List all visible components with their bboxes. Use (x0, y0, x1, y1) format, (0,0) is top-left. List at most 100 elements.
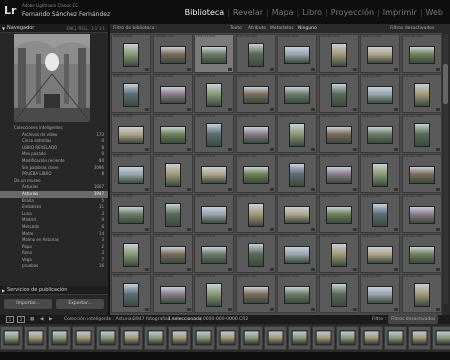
grid-cell[interactable]: 0008-001-0000 (277, 74, 317, 113)
grid-cell[interactable]: 0008-001-0000 (360, 194, 400, 233)
grid-cell[interactable]: 0008-001-0000 (318, 114, 359, 153)
grid-cell[interactable]: 0008-001-0000 (360, 74, 400, 113)
grid-cell[interactable]: 0008-001-0000 (401, 234, 442, 273)
grid-cell[interactable]: 0008-001-0000 (318, 194, 359, 233)
grid-cell[interactable]: 0008-001-0000 (235, 274, 276, 313)
grid-cell[interactable]: 0008-001-0000 (235, 154, 276, 193)
filmstrip-thumbnail[interactable] (72, 326, 95, 350)
grid-cell[interactable]: 0008-001-0000 (318, 74, 359, 113)
grid-cell[interactable]: 0008-001-0000 (111, 274, 151, 313)
collection-item[interactable]: Metro 14 (0, 231, 108, 238)
grid-cell[interactable]: 0008-001-0000 (194, 74, 234, 113)
grid-cell[interactable]: 0008-001-0000 (194, 34, 234, 73)
collection-item[interactable]: Vega 7 (0, 257, 108, 264)
grid-cell[interactable]: 0008-001-0000 (318, 274, 359, 313)
grid-icon[interactable]: ▦ (30, 315, 34, 324)
grid-cell[interactable]: 0008-001-0000 (111, 114, 151, 153)
grid-cell[interactable]: 0008-001-0000 (194, 234, 234, 273)
screen-1-icon[interactable]: 1 (6, 316, 14, 323)
navigator-preview[interactable] (14, 34, 90, 122)
collection-item[interactable]: Colecciones inteligentes (0, 125, 108, 132)
grid-cell[interactable]: 0008-001-0000 (152, 74, 193, 113)
collection-item[interactable]: Braña 5 (0, 198, 108, 205)
module-libro[interactable]: Libro (299, 8, 325, 17)
module-proyeccion[interactable]: Proyección (328, 8, 377, 17)
collection-item[interactable]: Luna 3 (0, 211, 108, 218)
collection-item[interactable]: PRUEBA LIBRO 8 (0, 171, 108, 178)
grid-cell[interactable]: 0008-001-0000 (194, 154, 234, 193)
collection-item[interactable]: Reno 3 (0, 250, 108, 257)
expand-triangle-icon[interactable]: ▶ (2, 286, 5, 295)
filmstrip-thumbnail[interactable] (144, 326, 167, 350)
collection-item[interactable]: Archivos de vídeo 173 (0, 132, 108, 139)
collection-item[interactable]: Asturias 1607 (0, 184, 108, 191)
collection-item[interactable]: Molino en Asturias 3 (0, 237, 108, 244)
collection-item[interactable]: Sin palabras clave 3096 (0, 165, 108, 172)
grid-cell[interactable]: 0008-001-0000 (277, 274, 317, 313)
filmstrip-thumbnail[interactable] (336, 326, 359, 350)
grid-cell[interactable]: 0008-001-0000 (360, 114, 400, 153)
collection-item[interactable]: Madrid 9 (0, 217, 108, 224)
grid-cell[interactable]: 0008-001-0000 (152, 194, 193, 233)
filmstrip-filter-select[interactable]: Filtros desactivados (388, 315, 439, 324)
filter-metadatos[interactable]: Metadatos (270, 24, 294, 33)
grid-cell[interactable]: 0008-001-0000 (360, 34, 400, 73)
filmstrip-thumbnail[interactable] (264, 326, 287, 350)
grid-cell[interactable]: 0008-001-0000 (111, 194, 151, 233)
export-button[interactable]: Exportar... (56, 299, 104, 309)
grid-cell[interactable]: 0008-001-0000 (401, 34, 442, 73)
filmstrip-thumbnail[interactable] (384, 326, 407, 350)
module-imprimir[interactable]: Imprimir (380, 8, 420, 17)
collection-item[interactable]: Modificación reciente 84 (0, 158, 108, 165)
module-biblioteca[interactable]: Biblioteca (182, 8, 228, 17)
filmstrip-thumbnail[interactable] (168, 326, 191, 350)
filmstrip-thumbnail[interactable] (360, 326, 383, 350)
grid-scrollbar[interactable] (443, 34, 448, 304)
grid-cell[interactable]: 0008-001-0000 (235, 74, 276, 113)
grid-cell[interactable]: 0008-001-0000 (277, 154, 317, 193)
module-mapa[interactable]: Mapa (269, 8, 297, 17)
publish-services-header[interactable]: ▶ Servicios de publicación (0, 286, 108, 295)
filmstrip-source[interactable]: Colección inteligente : Asturias (64, 315, 134, 324)
collection-item[interactable]: Mes pasado 0 (0, 151, 108, 158)
filmstrip-thumbnail[interactable] (240, 326, 263, 350)
grid-cell[interactable]: 0008-001-0000 (235, 114, 276, 153)
filmstrip-thumbnail[interactable] (216, 326, 239, 350)
grid-cell[interactable]: 0008-001-0000 (277, 34, 317, 73)
collection-item[interactable]: Embalses 11 (0, 204, 108, 211)
grid-cell[interactable]: 0008-001-0000 (235, 234, 276, 273)
grid-cell[interactable]: 0008-001-0000 (194, 114, 234, 153)
navigator-zoom-options[interactable]: ENCJ. RELL. 1:1 3:1 (67, 24, 106, 33)
grid-cell[interactable]: 0008-001-0000 (277, 194, 317, 233)
grid-cell[interactable]: 0008-001-0000 (318, 234, 359, 273)
grid-cell[interactable]: 0008-001-0000 (111, 154, 151, 193)
grid-cell[interactable]: 0008-001-0000 (152, 234, 193, 273)
grid-cell[interactable]: 0008-001-0000 (235, 34, 276, 73)
grid-cell[interactable]: 0008-001-0000 (360, 274, 400, 313)
grid-cell[interactable]: 0008-001-0000 (401, 154, 442, 193)
filter-ninguno[interactable]: Ninguno (298, 24, 317, 33)
grid-cell[interactable]: 0008-001-0000 (194, 274, 234, 313)
grid-cell[interactable]: 0008-001-0000 (360, 154, 400, 193)
grid-cell[interactable]: 0008-001-0000 (318, 34, 359, 73)
collapse-triangle-icon[interactable]: ▼ (2, 24, 5, 33)
filter-atributo[interactable]: Atributo (248, 24, 266, 33)
grid-cell[interactable]: 0008-001-0000 (360, 234, 400, 273)
grid-cell[interactable]: 0008-001-0000 (111, 34, 151, 73)
grid-cell[interactable]: 0008-001-0000 (401, 74, 442, 113)
grid-cell[interactable]: 0008-001-0000 (111, 74, 151, 113)
grid-cell[interactable]: 0008-001-0000 (152, 274, 193, 313)
navigator-header[interactable]: ▼ Navegador ENCJ. RELL. 1:1 3:1 (0, 24, 108, 33)
collection-item[interactable]: De un museo (0, 178, 108, 185)
filmstrip-thumbnail[interactable] (408, 326, 431, 350)
filmstrip-thumbnail[interactable] (192, 326, 215, 350)
grid-cell[interactable]: 0008-001-0000 (235, 194, 276, 233)
module-revelar[interactable]: Revelar (230, 8, 266, 17)
screen-2-icon[interactable]: 2 (17, 316, 25, 323)
scroll-thumb[interactable] (443, 64, 448, 104)
module-web[interactable]: Web (423, 8, 446, 17)
grid-cell[interactable]: 0008-001-0000 (152, 154, 193, 193)
filmstrip-thumbnail[interactable] (48, 326, 71, 350)
grid-cell[interactable]: 0008-001-0000 (401, 114, 442, 153)
grid-cell[interactable]: 0008-001-0000 (401, 274, 442, 313)
